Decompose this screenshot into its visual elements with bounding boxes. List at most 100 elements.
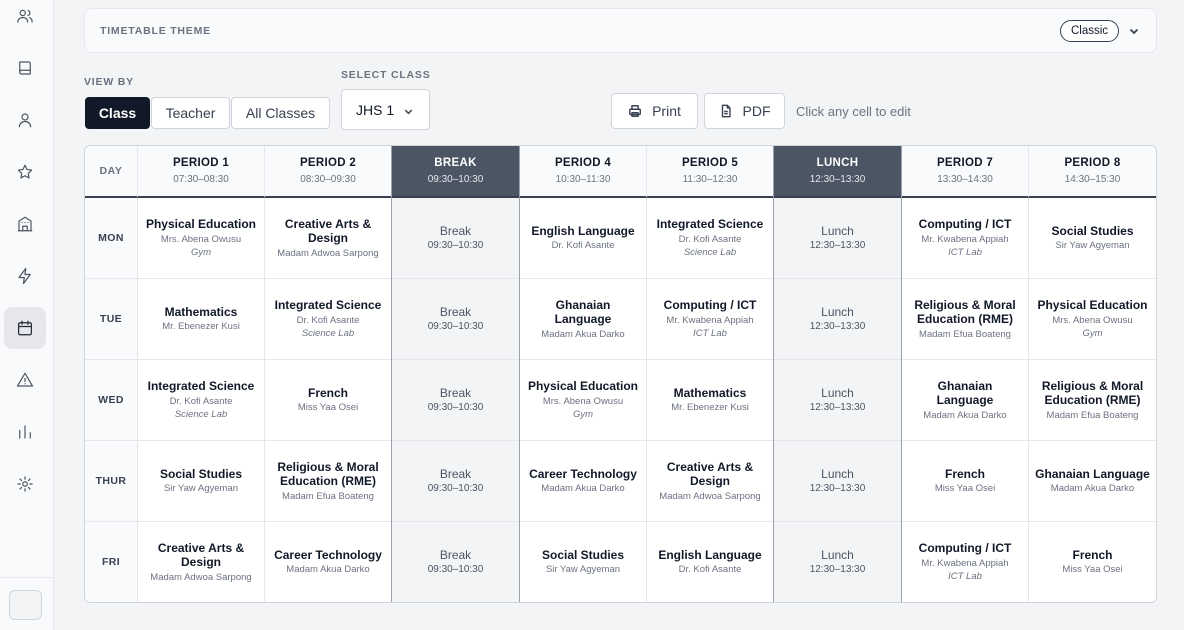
theme-select[interactable]: Classic (1060, 20, 1120, 42)
pdf-button[interactable]: PDF (704, 93, 785, 129)
timetable-cell[interactable]: Social Studies Sir Yaw Agyeman (520, 522, 647, 602)
class-select-value: JHS 1 (356, 102, 395, 118)
break-divider (391, 146, 392, 602)
timetable-cell[interactable]: Integrated Science Dr. Kofi Asante Science… (647, 198, 774, 279)
building-icon[interactable] (4, 203, 46, 245)
timetable-cell[interactable]: Mathematics Mr. Ebenezer Kusi (647, 360, 774, 441)
timetable-cell[interactable]: Ghanaian Language Madam Akua Darko (902, 360, 1029, 441)
timetable-cell[interactable]: Religious & Moral Education (RME) Madam E… (265, 441, 392, 522)
cell-subject: English Language (658, 547, 762, 562)
break-cell[interactable]: Lunch 12:30–13:30 (774, 198, 902, 279)
timetable-cell[interactable]: Creative Arts & Design Madam Adwoa Sarpon… (647, 441, 774, 522)
timetable-cell[interactable]: Career Technology Madam Akua Darko (265, 522, 392, 602)
timetable-cell[interactable]: French Miss Yaa Osei (902, 441, 1029, 522)
break-divider (519, 146, 520, 602)
cell-teacher: Dr. Kofi Asante (169, 395, 233, 407)
cell-subject: Break (439, 547, 472, 562)
timetable-cell[interactable]: French Miss Yaa Osei (1029, 522, 1156, 602)
cell-subject: Social Studies (159, 466, 243, 481)
timetable-cell[interactable]: Integrated Science Dr. Kofi Asante Science… (265, 279, 392, 360)
cell-teacher: Mr. Ebenezer Kusi (671, 402, 749, 414)
cell-teacher: Dr. Kofi Asante (551, 240, 615, 252)
cell-subject: Social Studies (541, 547, 625, 562)
cell-subject: Mathematics (164, 304, 238, 319)
book-icon[interactable] (4, 47, 46, 89)
chevron-down-icon[interactable] (1128, 24, 1140, 36)
timetable-cell[interactable]: Social Studies Sir Yaw Agyeman (1029, 198, 1156, 279)
cell-room: ICT Lab (693, 327, 727, 339)
cell-subject: Religious & Moral Education (RME) (1041, 378, 1144, 408)
timetable-cell[interactable]: English Language Dr. Kofi Asante (647, 522, 774, 602)
cell-subject: Integrated Science (656, 217, 764, 232)
timetable-cell[interactable]: Mathematics Mr. Ebenezer Kusi (138, 279, 265, 360)
timetable-cell[interactable]: English Language Dr. Kofi Asante (520, 198, 647, 279)
cell-subject: Career Technology (274, 547, 382, 562)
cell-time: 09:30–10:30 (427, 240, 484, 252)
timetable-cell[interactable]: Social Studies Sir Yaw Agyeman (138, 441, 265, 522)
break-cell[interactable]: Break 09:30–10:30 (392, 279, 520, 360)
print-button[interactable]: Print (611, 93, 698, 129)
cell-teacher: Madam Adwoa Sarpong (150, 571, 252, 583)
users-icon[interactable] (4, 0, 46, 37)
view-by-class-button[interactable]: Class (85, 97, 150, 129)
timetable-cell[interactable]: Integrated Science Dr. Kofi Asante Science… (138, 360, 265, 441)
view-by-label: VIEW BY (84, 76, 134, 88)
column-header-title: PERIOD 8 (1064, 157, 1121, 169)
break-cell[interactable]: Lunch 12:30–13:30 (774, 522, 902, 602)
cell-subject: Religious & Moral Education (RME) (914, 297, 1016, 327)
cell-teacher: Miss Yaa Osei (297, 402, 359, 414)
cell-teacher: Madam Akua Darko (286, 564, 370, 576)
cell-teacher: Madam Adwoa Sarpong (659, 490, 761, 502)
cell-subject: French (307, 385, 348, 400)
sidebar-collapse-button[interactable] (9, 590, 42, 620)
class-select[interactable]: JHS 1 (341, 89, 430, 130)
timetable-cell[interactable]: Religious & Moral Education (RME) Madam E… (1029, 360, 1156, 441)
timetable-cell[interactable]: Physical Education Mrs. Abena Owusu Gym (138, 198, 265, 279)
cell-teacher: Dr. Kofi Asante (296, 314, 360, 326)
timetable-cell[interactable]: Computing / ICT Mr. Kwabena Appiah ICT Lab (902, 198, 1029, 279)
cell-time: 09:30–10:30 (427, 321, 484, 333)
column-header-time: 10:30–11:30 (555, 174, 611, 185)
timetable-cell[interactable]: Creative Arts & Design Madam Adwoa Sarpon… (138, 522, 265, 602)
view-by-teacher-button[interactable]: Teacher (151, 97, 230, 129)
cell-time: 09:30–10:30 (427, 402, 484, 414)
break-cell[interactable]: Break 09:30–10:30 (392, 360, 520, 441)
timetable-cell[interactable]: Computing / ICT Mr. Kwabena Appiah ICT Lab (647, 279, 774, 360)
cell-room: Gym (572, 408, 594, 420)
gear-icon[interactable] (4, 463, 46, 505)
lightning-icon[interactable] (4, 255, 46, 297)
timetable-cell[interactable]: Physical Education Mrs. Abena Owusu Gym (1029, 279, 1156, 360)
timetable-cell[interactable]: Physical Education Mrs. Abena Owusu Gym (520, 360, 647, 441)
break-cell[interactable]: Lunch 12:30–13:30 (774, 360, 902, 441)
column-header-title: PERIOD 7 (936, 157, 994, 169)
cell-teacher: Mrs. Abena Owusu (160, 233, 242, 245)
break-cell[interactable]: Break 09:30–10:30 (392, 522, 520, 602)
cell-time: 12:30–13:30 (809, 402, 866, 414)
cell-teacher: Mrs. Abena Owusu (1052, 314, 1133, 326)
timetable-cell[interactable]: Computing / ICT Mr. Kwabena Appiah ICT Lab (902, 522, 1029, 602)
alert-icon[interactable] (4, 359, 46, 401)
cell-subject: Lunch (821, 466, 854, 481)
break-cell[interactable]: Break 09:30–10:30 (392, 441, 520, 522)
column-header: PERIOD 2 08:30–09:30 (265, 146, 392, 198)
column-header: PERIOD 7 13:30–14:30 (902, 146, 1029, 198)
timetable-cell[interactable]: Career Technology Madam Akua Darko (520, 441, 647, 522)
column-header-title: BREAK (434, 157, 477, 169)
cell-teacher: Sir Yaw Agyeman (1055, 240, 1130, 252)
calendar-icon[interactable] (4, 307, 46, 349)
timetable-cell[interactable]: Creative Arts & Design Madam Adwoa Sarpon… (265, 198, 392, 279)
timetable-cell[interactable]: French Miss Yaa Osei (265, 360, 392, 441)
break-cell[interactable]: Lunch 12:30–13:30 (774, 441, 902, 522)
timetable-theme-bar: TIMETABLE THEME Classic (84, 8, 1157, 53)
cell-subject: Social Studies (1051, 223, 1134, 238)
timetable-cell[interactable]: Ghanaian Language Madam Akua Darko (1029, 441, 1156, 522)
timetable-cell[interactable]: Religious & Moral Education (RME) Madam E… (902, 279, 1029, 360)
timetable-cell[interactable]: Ghanaian Language Madam Akua Darko (520, 279, 647, 360)
view-by-all-classes-button[interactable]: All Classes (231, 97, 330, 129)
break-cell[interactable]: Break 09:30–10:30 (392, 198, 520, 279)
user-icon[interactable] (4, 99, 46, 141)
break-cell[interactable]: Lunch 12:30–13:30 (774, 279, 902, 360)
star-icon[interactable] (4, 151, 46, 193)
bar-chart-icon[interactable] (4, 411, 46, 453)
sidebar (0, 0, 54, 630)
